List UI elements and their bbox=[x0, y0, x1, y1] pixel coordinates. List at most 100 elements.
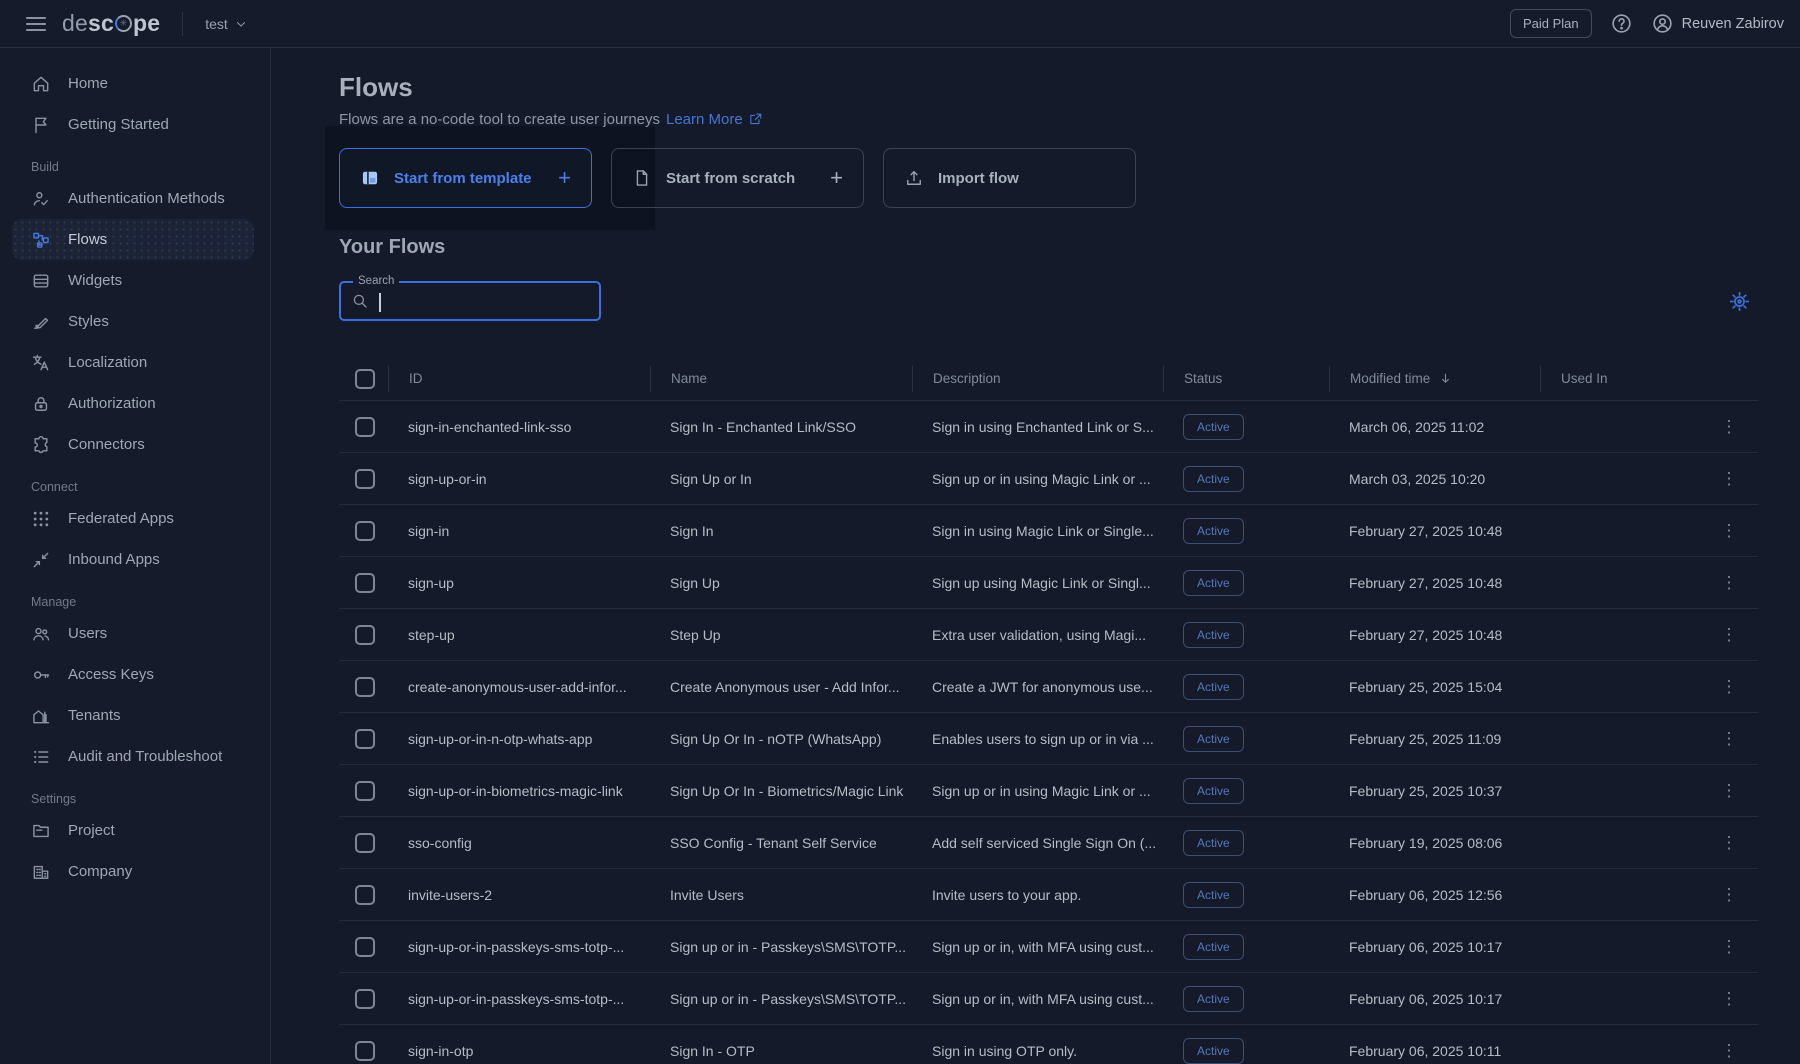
sidebar-item-label: Localization bbox=[68, 354, 147, 371]
sidebar-item-label: Styles bbox=[68, 313, 109, 330]
modified-time: February 27, 2025 10:48 bbox=[1329, 523, 1540, 539]
sidebar-section-label: Settings bbox=[0, 792, 270, 806]
row-checkbox[interactable] bbox=[355, 885, 375, 905]
row-actions-kebab-icon[interactable]: ⋮ bbox=[1700, 677, 1758, 697]
table-row[interactable]: sign-upSign UpSign up using Magic Link o… bbox=[339, 556, 1758, 608]
column-header-name[interactable]: Name bbox=[650, 366, 912, 392]
table-row[interactable]: sign-up-or-in-n-otp-whats-appSign Up Or … bbox=[339, 712, 1758, 764]
flow-name: Sign Up Or In - Biometrics/Magic Link bbox=[650, 783, 912, 799]
row-actions-kebab-icon[interactable]: ⋮ bbox=[1700, 781, 1758, 801]
sidebar-item-flows[interactable]: Flows bbox=[12, 219, 254, 260]
user-menu[interactable]: Reuven Zabirov bbox=[1651, 12, 1784, 35]
row-actions-kebab-icon[interactable]: ⋮ bbox=[1700, 833, 1758, 853]
row-checkbox[interactable] bbox=[355, 729, 375, 749]
row-actions-kebab-icon[interactable]: ⋮ bbox=[1700, 989, 1758, 1009]
status-badge: Active bbox=[1183, 414, 1244, 440]
flow-name: Sign Up bbox=[650, 575, 912, 591]
sidebar-item-audit-and-troubleshoot[interactable]: Audit and Troubleshoot bbox=[0, 736, 270, 777]
flow-description: Add self serviced Single Sign On (... bbox=[912, 835, 1163, 851]
row-checkbox[interactable] bbox=[355, 937, 375, 957]
sidebar-item-tenants[interactable]: Tenants bbox=[0, 695, 270, 736]
user-avatar-icon bbox=[1651, 12, 1674, 35]
row-checkbox[interactable] bbox=[355, 573, 375, 593]
sidebar-section-label: Connect bbox=[0, 480, 270, 494]
menu-icon[interactable] bbox=[26, 17, 46, 31]
learn-more-link[interactable]: Learn More bbox=[666, 111, 763, 128]
sidebar-item-connectors[interactable]: Connectors bbox=[0, 424, 270, 465]
row-actions-kebab-icon[interactable]: ⋮ bbox=[1700, 469, 1758, 489]
import-flow-button[interactable]: Import flow bbox=[883, 148, 1136, 208]
sidebar-item-authentication-methods[interactable]: Authentication Methods bbox=[0, 178, 270, 219]
row-actions-kebab-icon[interactable]: ⋮ bbox=[1700, 1041, 1758, 1061]
row-actions-kebab-icon[interactable]: ⋮ bbox=[1700, 625, 1758, 645]
flow-id: step-up bbox=[388, 627, 650, 643]
project-switcher[interactable]: test bbox=[205, 16, 248, 32]
sidebar-item-inbound-apps[interactable]: Inbound Apps bbox=[0, 539, 270, 580]
row-checkbox[interactable] bbox=[355, 521, 375, 541]
row-checkbox[interactable] bbox=[355, 1041, 375, 1061]
table-row[interactable]: sign-inSign InSign in using Magic Link o… bbox=[339, 504, 1758, 556]
column-header-description[interactable]: Description bbox=[912, 366, 1163, 392]
sidebar-item-authorization[interactable]: Authorization bbox=[0, 383, 270, 424]
row-checkbox[interactable] bbox=[355, 989, 375, 1009]
row-checkbox[interactable] bbox=[355, 469, 375, 489]
sidebar-item-localization[interactable]: Localization bbox=[0, 342, 270, 383]
row-checkbox[interactable] bbox=[355, 625, 375, 645]
row-checkbox[interactable] bbox=[355, 833, 375, 853]
column-header-used-in[interactable]: Used In bbox=[1540, 366, 1700, 392]
table-row[interactable]: invite-users-2Invite UsersInvite users t… bbox=[339, 868, 1758, 920]
row-checkbox[interactable] bbox=[355, 677, 375, 697]
sidebar-nav: HomeGetting StartedBuildAuthentication M… bbox=[0, 63, 270, 892]
sidebar-item-users[interactable]: Users bbox=[0, 613, 270, 654]
template-icon bbox=[360, 168, 380, 188]
table-row[interactable]: sign-up-or-in-passkeys-sms-totp-...Sign … bbox=[339, 920, 1758, 972]
row-actions-kebab-icon[interactable]: ⋮ bbox=[1700, 885, 1758, 905]
sidebar-item-label: Project bbox=[68, 822, 115, 839]
table-settings-gear-icon[interactable] bbox=[1729, 291, 1750, 312]
sidebar-item-label: Widgets bbox=[68, 272, 122, 289]
sidebar-item-styles[interactable]: Styles bbox=[0, 301, 270, 342]
sidebar-item-getting-started[interactable]: Getting Started bbox=[0, 104, 270, 145]
column-header-modified-time[interactable]: Modified time bbox=[1329, 366, 1540, 392]
table-row[interactable]: sso-configSSO Config - Tenant Self Servi… bbox=[339, 816, 1758, 868]
sidebar-item-federated-apps[interactable]: Federated Apps bbox=[0, 498, 270, 539]
row-checkbox[interactable] bbox=[355, 781, 375, 801]
sidebar-item-project[interactable]: Project bbox=[0, 810, 270, 851]
select-all-checkbox[interactable] bbox=[355, 369, 375, 389]
help-icon[interactable] bbox=[1610, 12, 1633, 35]
column-header-label: ID bbox=[409, 371, 423, 386]
row-actions-kebab-icon[interactable]: ⋮ bbox=[1700, 521, 1758, 541]
flows-search[interactable]: Search bbox=[339, 281, 601, 321]
sidebar-item-widgets[interactable]: Widgets bbox=[0, 260, 270, 301]
table-row[interactable]: sign-up-or-inSign Up or InSign up or in … bbox=[339, 452, 1758, 504]
table-row[interactable]: sign-up-or-in-biometrics-magic-linkSign … bbox=[339, 764, 1758, 816]
column-header-status[interactable]: Status bbox=[1163, 366, 1329, 392]
modified-time: February 06, 2025 12:56 bbox=[1329, 887, 1540, 903]
row-checkbox[interactable] bbox=[355, 417, 375, 437]
upload-icon bbox=[904, 168, 924, 188]
sidebar-item-label: Getting Started bbox=[68, 116, 169, 133]
sidebar-item-home[interactable]: Home bbox=[0, 63, 270, 104]
table-row[interactable]: step-upStep UpExtra user validation, usi… bbox=[339, 608, 1758, 660]
column-header-id[interactable]: ID bbox=[388, 366, 650, 392]
row-actions-kebab-icon[interactable]: ⋮ bbox=[1700, 937, 1758, 957]
status-badge: Active bbox=[1183, 986, 1244, 1012]
table-row[interactable]: sign-in-otpSign In - OTPSign in using OT… bbox=[339, 1024, 1758, 1064]
table-row[interactable]: sign-up-or-in-passkeys-sms-totp-...Sign … bbox=[339, 972, 1758, 1024]
row-actions-kebab-icon[interactable]: ⋮ bbox=[1700, 573, 1758, 593]
search-input[interactable] bbox=[378, 293, 589, 309]
start-from-scratch-button[interactable]: Start from scratch+ bbox=[611, 148, 864, 208]
row-actions-kebab-icon[interactable]: ⋮ bbox=[1700, 729, 1758, 749]
table-row[interactable]: create-anonymous-user-add-infor...Create… bbox=[339, 660, 1758, 712]
table-row[interactable]: sign-in-enchanted-link-ssoSign In - Ench… bbox=[339, 400, 1758, 452]
table-body: sign-in-enchanted-link-ssoSign In - Ench… bbox=[339, 400, 1758, 1064]
row-actions-kebab-icon[interactable]: ⋮ bbox=[1700, 417, 1758, 437]
logo-asterisk-icon: ✳ bbox=[115, 15, 132, 32]
sidebar-item-company[interactable]: Company bbox=[0, 851, 270, 892]
modified-time: February 06, 2025 10:17 bbox=[1329, 991, 1540, 1007]
sidebar: HomeGetting StartedBuildAuthentication M… bbox=[0, 48, 271, 1064]
paid-plan-button[interactable]: Paid Plan bbox=[1510, 9, 1592, 38]
flow-name: Sign up or in - Passkeys\SMS\TOTP... bbox=[650, 939, 912, 955]
start-from-template-button[interactable]: Start from template+ bbox=[339, 148, 592, 208]
sidebar-item-access-keys[interactable]: Access Keys bbox=[0, 654, 270, 695]
